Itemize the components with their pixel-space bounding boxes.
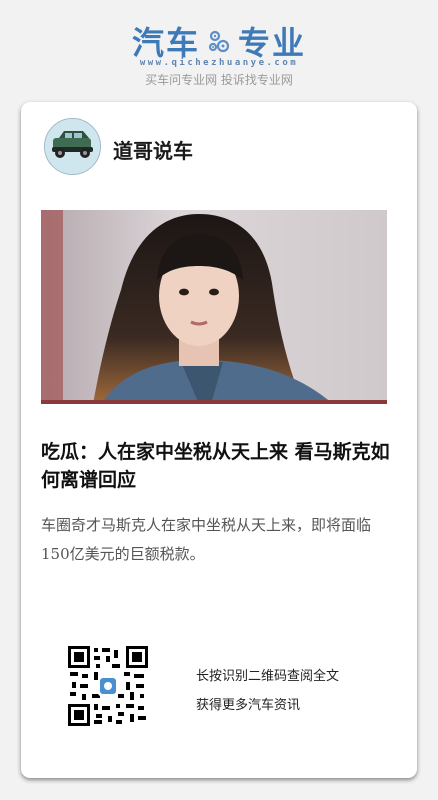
article-photo[interactable]	[41, 210, 387, 404]
qr-code-icon[interactable]	[68, 646, 148, 726]
article-title[interactable]: 吃瓜：人在家中坐税从天上来 看马斯克如何离谱回应	[41, 438, 391, 494]
car-icon	[45, 119, 100, 174]
article-photo-image	[41, 210, 387, 404]
brand-header: 汽车 专业 www.qichezhuanye.com 买车问专业网 投诉找专业网	[0, 0, 438, 100]
brand-slogan: 买车问专业网 投诉找专业网	[145, 73, 293, 87]
gear-icon	[208, 30, 230, 53]
author-name[interactable]: 道哥说车	[113, 135, 193, 164]
article-summary: 车圈奇才马斯克人在家中坐税从天上来，即将面临150亿美元的巨额税款。	[41, 516, 372, 563]
author-avatar[interactable]	[44, 118, 101, 175]
cta-scan-text: 长按识别二维码查阅全文	[196, 669, 340, 684]
article-card[interactable]: 道哥说车 吃瓜：人在家中坐税从天上来 看马斯克如何离谱回应 车圈奇才马斯克人在家…	[21, 102, 417, 778]
brand-url[interactable]: www.qichezhuanye.com	[0, 58, 438, 68]
cta-more-text: 获得更多汽车资讯	[196, 698, 301, 713]
